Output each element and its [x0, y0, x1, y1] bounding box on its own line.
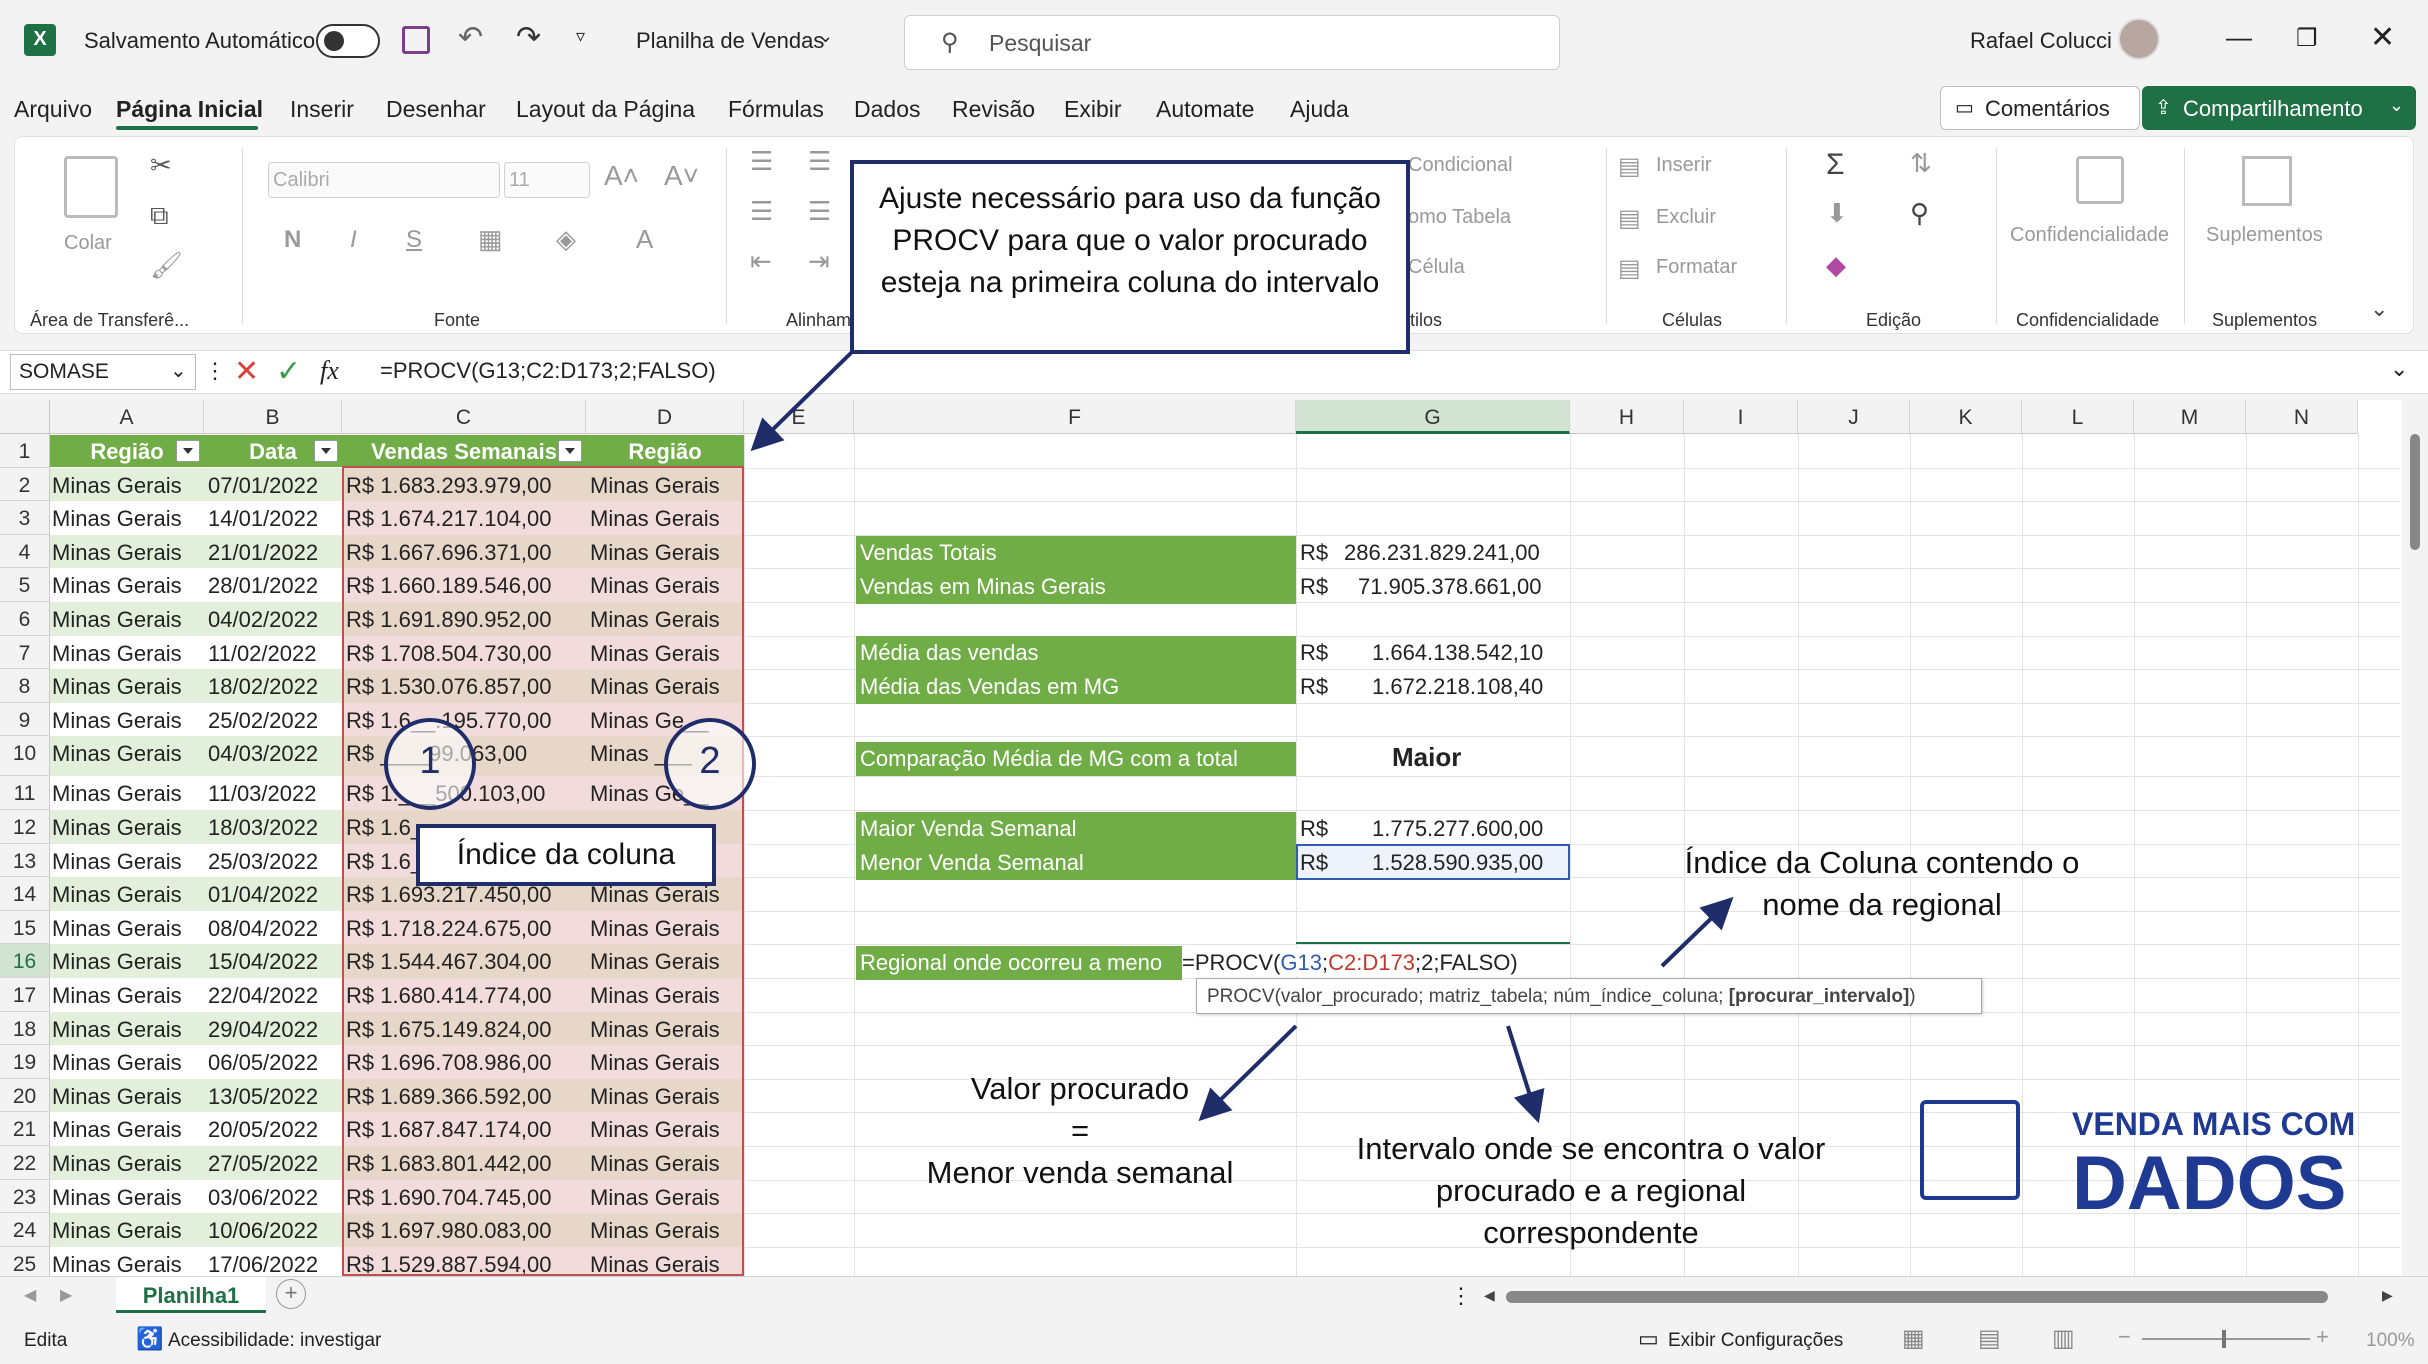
add-sheet-icon[interactable]: +: [276, 1279, 306, 1309]
logo-text-line2: DADOS: [2072, 1141, 2347, 1226]
vertical-scrollbar[interactable]: [2402, 400, 2428, 1276]
arrow-regional-index: [1660, 896, 1734, 968]
accessibility-status[interactable]: Acessibilidade: investigar: [168, 1330, 381, 1352]
vertical-scroll-thumb[interactable]: [2410, 434, 2420, 550]
accessibility-icon[interactable]: ♿: [136, 1326, 163, 1352]
arrow-valor-procurado: [1198, 1024, 1298, 1122]
scroll-right-icon[interactable]: ▶: [60, 1285, 72, 1305]
zoom-slider-thumb[interactable]: [2222, 1330, 2226, 1348]
zoom-slider[interactable]: [2142, 1338, 2310, 1340]
scroll-left-icon[interactable]: ◀: [24, 1285, 36, 1305]
display-settings-icon[interactable]: ▭: [1638, 1326, 1659, 1352]
normal-view-icon[interactable]: ▦: [1902, 1324, 1925, 1353]
sheet-tabs-bar: ◀ ▶ Planilha1 + ⋮ ◀ ▶: [0, 1276, 2428, 1316]
horizontal-scroll-thumb[interactable]: [1506, 1291, 2328, 1303]
hscroll-left-icon[interactable]: ◀: [1484, 1287, 1495, 1304]
logo-text-line1: VENDA MAIS COM: [2072, 1106, 2356, 1142]
sheet-tab-planilha1[interactable]: Planilha1: [116, 1277, 266, 1313]
page-layout-icon[interactable]: ▤: [1978, 1324, 2001, 1353]
hscroll-right-icon[interactable]: ▶: [2382, 1287, 2393, 1304]
page-break-icon[interactable]: ▥: [2052, 1324, 2075, 1353]
chart-logo-icon: [1920, 1100, 2020, 1200]
status-mode: Edita: [24, 1330, 68, 1351]
annotation-arrows: [750, 350, 1734, 1124]
zoom-in-icon[interactable]: +: [2316, 1324, 2329, 1350]
zoom-level[interactable]: 100%: [2366, 1330, 2415, 1352]
arrow-callout-to-table: [750, 350, 854, 452]
status-bar: Edita ♿ Acessibilidade: investigar ▭ Exi…: [0, 1316, 2428, 1364]
tab-split-handle[interactable]: ⋮: [1450, 1283, 1472, 1309]
display-settings-button[interactable]: Exibir Configurações: [1668, 1330, 1843, 1352]
arrow-intervalo: [1506, 1025, 1545, 1124]
zoom-out-icon[interactable]: −: [2118, 1324, 2131, 1350]
